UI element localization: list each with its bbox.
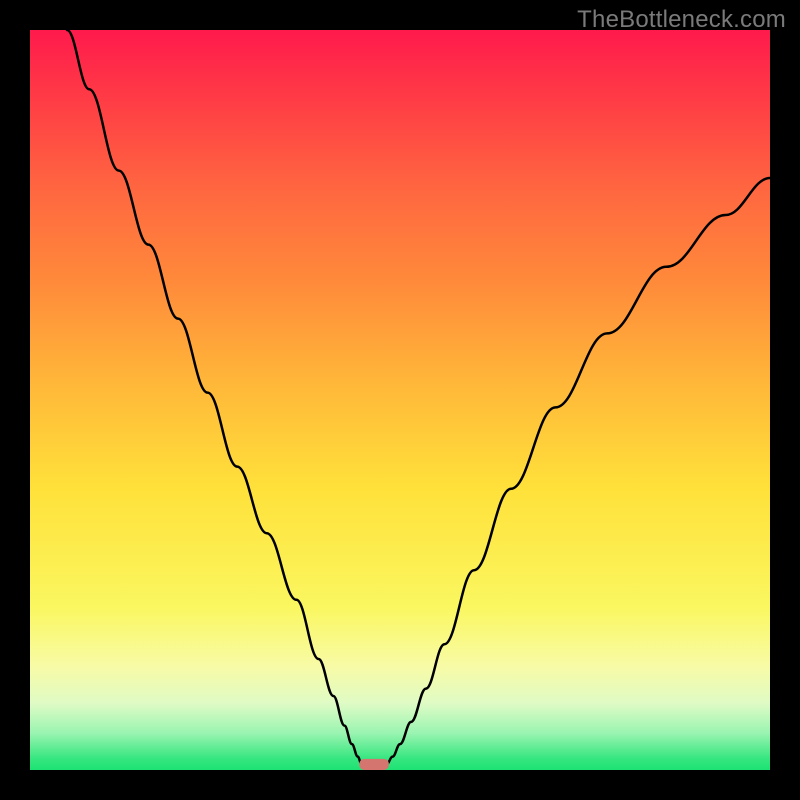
min-marker: [359, 759, 389, 770]
plot-area: [30, 30, 770, 770]
right-curve: [387, 178, 770, 764]
curve-group: [67, 30, 770, 770]
frame: TheBottleneck.com: [0, 0, 800, 800]
chart-svg: [30, 30, 770, 770]
left-curve: [67, 30, 362, 764]
